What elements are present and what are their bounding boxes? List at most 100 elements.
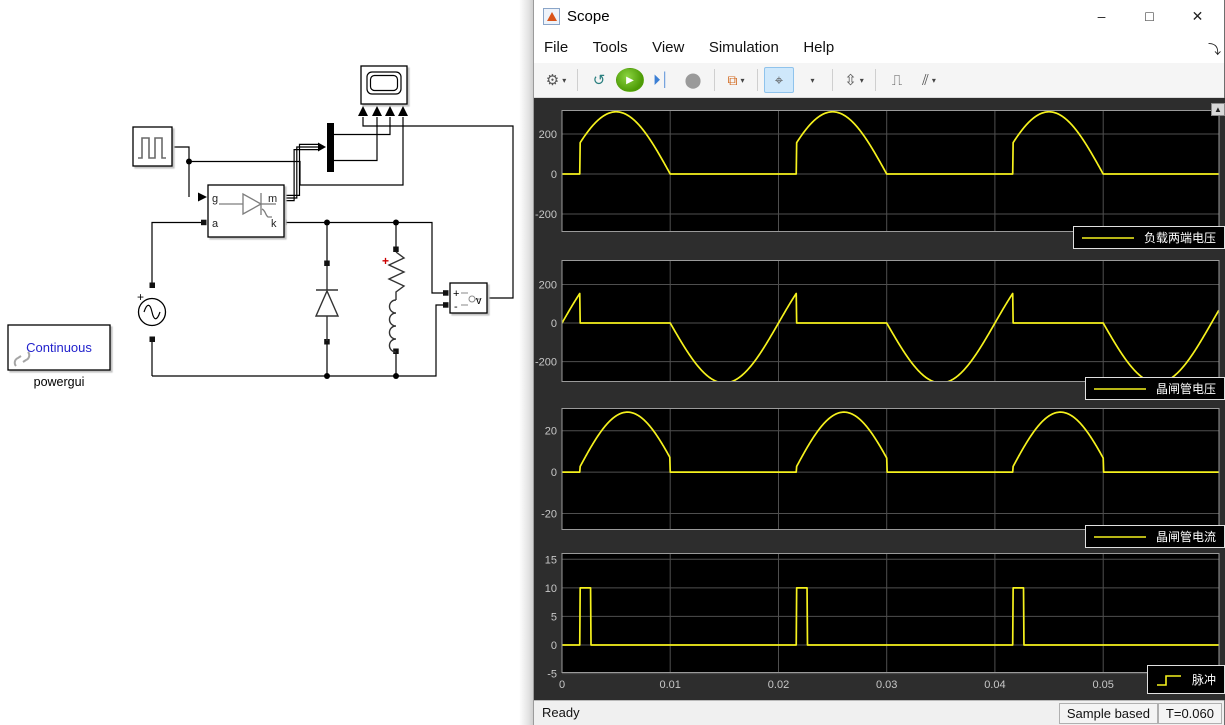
svg-text:-20: -20 (541, 509, 557, 521)
svg-text:0.01: 0.01 (659, 679, 680, 691)
layout-icon: ⧉ (727, 71, 738, 88)
powergui-mode-label: Continuous (26, 340, 92, 355)
legend-pulse[interactable]: 脉冲 (1146, 665, 1225, 694)
scope-panel-expand-button[interactable]: ▲ (1211, 103, 1225, 116)
layout-button[interactable]: ⧉ ▾ (721, 67, 751, 93)
toolbar-separator (875, 69, 876, 91)
cursor-measurements-button[interactable]: ⌖ (764, 67, 794, 93)
scope-axes-svg: 151050-50 0.01 0.02 0.03 0.04 0.05 (545, 553, 1220, 691)
legend-line-icon (1093, 535, 1146, 538)
step-back-icon: ↺ (592, 72, 606, 89)
toolbar-separator (832, 69, 833, 91)
legend-load-voltage[interactable]: 负载两端电压 (1072, 226, 1225, 249)
dropdown-caret-icon: ▾ (562, 75, 567, 85)
svg-text:0: 0 (551, 169, 557, 181)
screen: g a m k + + + - v Continuous powergui Sc… (0, 0, 1225, 725)
svg-text:0: 0 (551, 467, 557, 479)
run-button[interactable]: ▶ (616, 68, 644, 92)
svg-text:20: 20 (545, 426, 557, 438)
matlab-scope-icon (543, 8, 560, 25)
settings-gear-button[interactable]: ⚙ ▾ (541, 67, 571, 93)
dropdown-caret-icon: ▾ (740, 75, 745, 85)
svg-text:0: 0 (559, 679, 565, 691)
svg-text:0.03: 0.03 (876, 679, 897, 691)
legend-label: 晶闸管电流 (1155, 530, 1216, 544)
menu-bar: File Tools View Simulation Help ⤵ (534, 33, 1224, 63)
inductor-icon (388, 299, 397, 353)
step-forward-icon: ⏵⏐ (653, 71, 669, 89)
dropdown-caret-icon: ▾ (931, 75, 936, 85)
simulink-model-canvas[interactable]: g a m k + + + - v Continuous powergui (0, 0, 533, 725)
scope-axes-svg: 200 0 -200 (535, 260, 1220, 382)
scope-axes-thyristor-voltage[interactable]: 200 0 -200 (534, 260, 1225, 382)
demux-block[interactable] (327, 123, 334, 172)
toolbar: ⚙ ▾ ↺ ▶ ⏵⏐ ⬤ ⧉ ▾ ⌖ ▾ ⇳ ▾ ⎍ ⫽ ▾ (534, 63, 1224, 98)
thyristor-port-k: k (271, 218, 277, 230)
vm-v-label: v (476, 295, 482, 307)
menu-overflow-icon[interactable]: ⤵ (1208, 39, 1221, 58)
scope-axes-load-voltage[interactable]: 200 0 -200 (534, 110, 1225, 232)
autoscale-button[interactable]: ⇳ ▾ (839, 67, 869, 93)
minimize-button[interactable]: – (1079, 0, 1124, 32)
run-icon: ▶ (626, 74, 634, 86)
svg-text:0.05: 0.05 (1092, 679, 1113, 691)
menu-help[interactable]: Help (793, 33, 844, 56)
vm-plus-label: + (453, 288, 459, 300)
voltage-measurement-block[interactable]: + - v (449, 282, 488, 314)
legend-line-icon (1093, 387, 1146, 390)
menu-file[interactable]: File (534, 33, 578, 56)
legend-thyristor-voltage[interactable]: 晶闸管电压 (1084, 377, 1225, 400)
scope-axes-pulse[interactable]: 15 10 5 0 -5 0 0.01 0.02 0.03 0.04 0.05 (534, 553, 1225, 695)
svg-text:0: 0 (551, 318, 557, 330)
stop-button[interactable]: ⬤ (678, 67, 708, 93)
legend-step-icon (1156, 674, 1181, 686)
pulse-generator-block[interactable] (132, 126, 173, 167)
thyristor-block[interactable]: g a m k (207, 184, 285, 238)
title-bar: Scope – □ ✕ (534, 0, 1224, 33)
toolbar-separator (714, 69, 715, 91)
status-sim-time: T=0.060 (1157, 703, 1222, 724)
svg-text:200: 200 (539, 280, 557, 292)
svg-text:0.02: 0.02 (768, 679, 789, 691)
gear-icon: ⚙ (545, 72, 560, 89)
trigger-button[interactable]: ⎍ (882, 67, 912, 93)
ruler-icon: ⫽ (922, 71, 929, 89)
svg-text:0: 0 (551, 640, 557, 652)
menu-tools[interactable]: Tools (583, 33, 638, 56)
menu-simulation[interactable]: Simulation (699, 33, 789, 56)
svg-text:-200: -200 (535, 209, 557, 221)
dropdown-caret-icon: ▾ (859, 75, 864, 85)
measurements-button[interactable]: ⫽ ▾ (914, 67, 944, 93)
cursor-measurements-dropdown[interactable]: ▾ (796, 67, 826, 93)
model-canvas-edge (519, 0, 533, 725)
svg-text:10: 10 (545, 583, 557, 595)
scope-axes-thyristor-current[interactable]: 20 0 -20 (534, 408, 1225, 530)
step-forward-button[interactable]: ⏵⏐ (646, 67, 676, 93)
thyristor-port-a: a (212, 218, 219, 230)
maximize-button[interactable]: □ (1127, 0, 1172, 32)
svg-text:5: 5 (551, 611, 557, 623)
vm-minus-label: - (454, 301, 458, 313)
status-ready: Ready (542, 705, 580, 720)
scope-axes-svg: 20 0 -20 (541, 408, 1220, 530)
scope-axes-svg: 200 0 -200 (535, 110, 1220, 232)
powergui-block[interactable]: Continuous powergui (7, 324, 111, 389)
scope-block[interactable] (358, 65, 408, 116)
step-back-button[interactable]: ↺ (584, 67, 614, 93)
menu-view[interactable]: View (642, 33, 694, 56)
scope-input-ports (358, 106, 408, 116)
ac-voltage-source-block[interactable]: + (137, 290, 167, 327)
stop-icon: ⬤ (684, 72, 702, 89)
close-button[interactable]: ✕ (1175, 0, 1220, 32)
trigger-icon: ⎍ (891, 71, 903, 89)
resistor-icon (387, 251, 406, 300)
status-sample-mode: Sample based (1058, 703, 1158, 724)
svg-text:200: 200 (539, 129, 557, 141)
dropdown-caret-icon: ▾ (810, 75, 815, 85)
thyristor-port-g: g (212, 193, 218, 205)
rl-load-block[interactable]: + (382, 251, 406, 353)
diode-block[interactable] (314, 266, 340, 341)
svg-text:15: 15 (545, 554, 557, 566)
svg-text:0.04: 0.04 (984, 679, 1005, 691)
legend-thyristor-current[interactable]: 晶闸管电流 (1084, 525, 1225, 548)
